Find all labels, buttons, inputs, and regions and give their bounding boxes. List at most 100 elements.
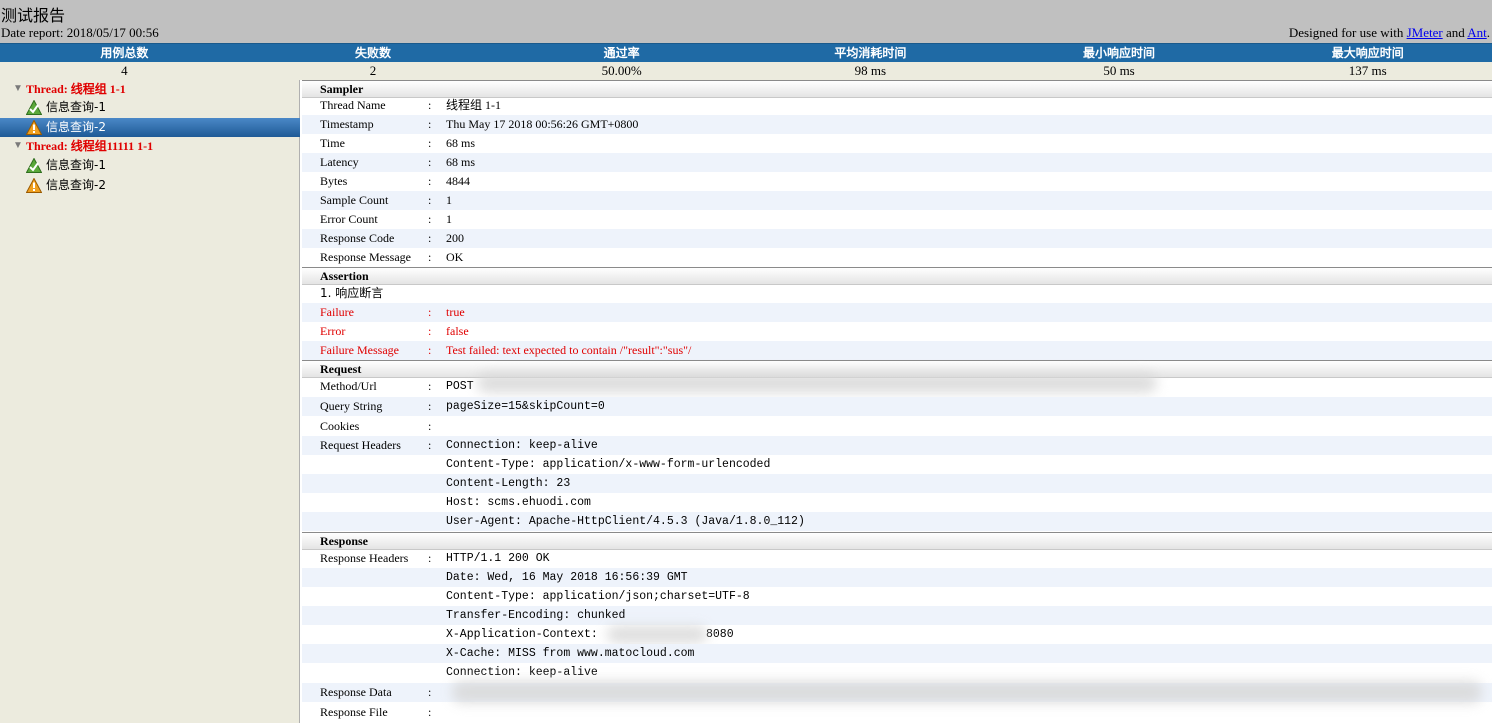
separator: : (428, 136, 432, 150)
detail-value: 68 ms (446, 155, 476, 169)
and-text: and (1442, 25, 1468, 40)
detail-row: Failure: true (302, 303, 1492, 322)
detail-value: 4844 (446, 174, 470, 188)
separator: : (428, 343, 432, 357)
detail-row: Timestamp: Thu May 17 2018 00:56:26 GMT+0… (302, 115, 1492, 134)
page-title: 测试报告 (1, 6, 66, 25)
detail-row: Content-Type: application/json;charset=U… (302, 587, 1492, 606)
separator: : (428, 231, 432, 245)
separator: : (428, 685, 432, 699)
separator: : (428, 551, 432, 565)
collapse-triangle-icon[interactable]: ▼ (13, 137, 23, 155)
success-icon (26, 158, 42, 173)
summary-value-max-time: 137 ms (1348, 63, 1387, 78)
sample-details-panel: Sampler Thread Name: 线程组 1-1 Timestamp: Th… (302, 80, 1492, 723)
detail-key: Time (320, 136, 345, 150)
separator: : (428, 438, 432, 452)
detail-key: Failure (320, 305, 354, 319)
detail-row: Response Headers: HTTP/1.1 200 OK (302, 549, 1492, 568)
header-line: User-Agent: Apache-HttpClient/4.5.3 (Jav… (446, 515, 805, 528)
separator: : (428, 98, 432, 112)
detail-value: OK (446, 250, 464, 264)
detail-row: Failure Message: Test failed: text expect… (302, 341, 1492, 360)
summary-header-pass-rate: 通过率 (603, 46, 640, 60)
tree-item-sample-selected[interactable]: 信息查询-2 (0, 118, 300, 137)
tree-item-label: 信息查询-2 (46, 120, 106, 134)
detail-row: Response File: (302, 703, 1492, 722)
detail-row: Content-Type: application/x-www-form-url… (302, 455, 1492, 474)
summary-header-avg-time: 平均消耗时间 (834, 46, 907, 60)
summary-header-total: 用例总数 (100, 46, 149, 60)
separator: : (428, 305, 432, 319)
detail-row: Sample Count:1 (302, 191, 1492, 210)
header-line: Content-Length: 23 (446, 477, 571, 490)
summary-value-total: 4 (121, 63, 128, 78)
header-line: Host: scms.ehuodi.com (446, 496, 591, 509)
header-line: X-Cache: MISS from www.matocloud.com (446, 647, 695, 660)
detail-row: Request Headers: Connection: keep-alive (302, 436, 1492, 455)
summary-table: 用例总数 失败数 通过率 平均消耗时间 最小响应时间 最大响应时间 4 2 50… (0, 43, 1492, 80)
detail-key: Request Headers (320, 438, 401, 452)
redacted-host (607, 626, 707, 643)
tree-item-sample[interactable]: 信息查询-1 (0, 156, 300, 175)
ant-link[interactable]: Ant (1467, 25, 1487, 40)
summary-values-row: 4 2 50.00% 98 ms 50 ms 137 ms (0, 62, 1492, 80)
detail-row: Transfer-Encoding: chunked (302, 606, 1492, 625)
header-line: HTTP/1.1 200 OK (446, 552, 550, 565)
detail-key: Timestamp (320, 117, 374, 131)
thread-node-2[interactable]: ▼ Thread: 线程组11111 1-1 (0, 137, 300, 155)
separator: : (428, 212, 432, 226)
detail-row: Error: false (302, 322, 1492, 341)
summary-header-failures: 失败数 (355, 46, 392, 60)
header-line: Transfer-Encoding: chunked (446, 609, 626, 622)
detail-value: Thu May 17 2018 00:56:26 GMT+0800 (446, 117, 639, 131)
detail-value: 1 (446, 193, 452, 207)
thread-label: Thread: 线程组11111 1-1 (26, 139, 154, 153)
thread-node-1[interactable]: ▼ Thread: 线程组 1-1 (0, 80, 300, 98)
detail-key: Latency (320, 155, 359, 169)
warning-icon (26, 178, 42, 193)
header-line: Connection: keep-alive (446, 666, 598, 679)
detail-key: Query String (320, 399, 383, 413)
success-icon (26, 100, 42, 115)
tree-item-sample[interactable]: 信息查询-2 (0, 176, 300, 195)
tree-item-sample[interactable]: 信息查询-1 (0, 98, 300, 117)
report-header: 测试报告 Date report: 2018/05/17 00:56 Desig… (0, 0, 1492, 43)
date-report: Date report: 2018/05/17 00:56 (1, 25, 159, 40)
detail-row: Query String: pageSize=15&skipCount=0 (302, 397, 1492, 416)
detail-key: Response Code (320, 231, 395, 245)
section-response: Response (302, 532, 1492, 550)
redacted-url (477, 373, 1157, 393)
header-line: Connection: keep-alive (446, 439, 598, 452)
jmeter-link[interactable]: JMeter (1407, 25, 1443, 40)
sample-tree-panel: ▼ Thread: 线程组 1-1 信息查询-1 信息查询-2 ▼ Thread… (0, 80, 300, 723)
detail-key: Cookies (320, 419, 360, 433)
detail-key: Thread Name (320, 98, 386, 112)
detail-value: 1 (446, 212, 452, 226)
header-line: Content-Type: application/x-www-form-url… (446, 458, 771, 471)
header-line: Content-Type: application/json;charset=U… (446, 590, 750, 603)
detail-key: Response Message (320, 250, 411, 264)
detail-row: Cookies: (302, 417, 1492, 436)
summary-value-avg-time: 98 ms (854, 63, 887, 78)
assertion-name: 1. 响应断言 (320, 286, 384, 300)
header-line: Date: Wed, 16 May 2018 16:56:39 GMT (446, 571, 688, 584)
designed-for-note: Designed for use with JMeter and Ant. (1289, 25, 1490, 41)
detail-row: Date: Wed, 16 May 2018 16:56:39 GMT (302, 568, 1492, 587)
detail-value: 68 ms (446, 136, 476, 150)
collapse-triangle-icon[interactable]: ▼ (13, 80, 23, 98)
summary-value-failures: 2 (369, 63, 377, 78)
designed-prefix: Designed for use with (1288, 25, 1407, 40)
warning-icon (26, 120, 42, 135)
tree-item-label: 信息查询-1 (46, 158, 106, 172)
thread-label: Thread: 线程组 1-1 (26, 82, 126, 96)
detail-row: Content-Length: 23 (302, 474, 1492, 493)
section-assertion: Assertion (302, 267, 1492, 285)
header-line: X-Application-Context: (446, 628, 598, 641)
detail-value: 200 (446, 231, 464, 245)
detail-key: Error (320, 324, 346, 338)
detail-value: POST (446, 380, 474, 393)
detail-row: Response Message: OK (302, 248, 1492, 267)
detail-key: Error Count (320, 212, 378, 226)
designed-suffix: . (1486, 25, 1490, 40)
